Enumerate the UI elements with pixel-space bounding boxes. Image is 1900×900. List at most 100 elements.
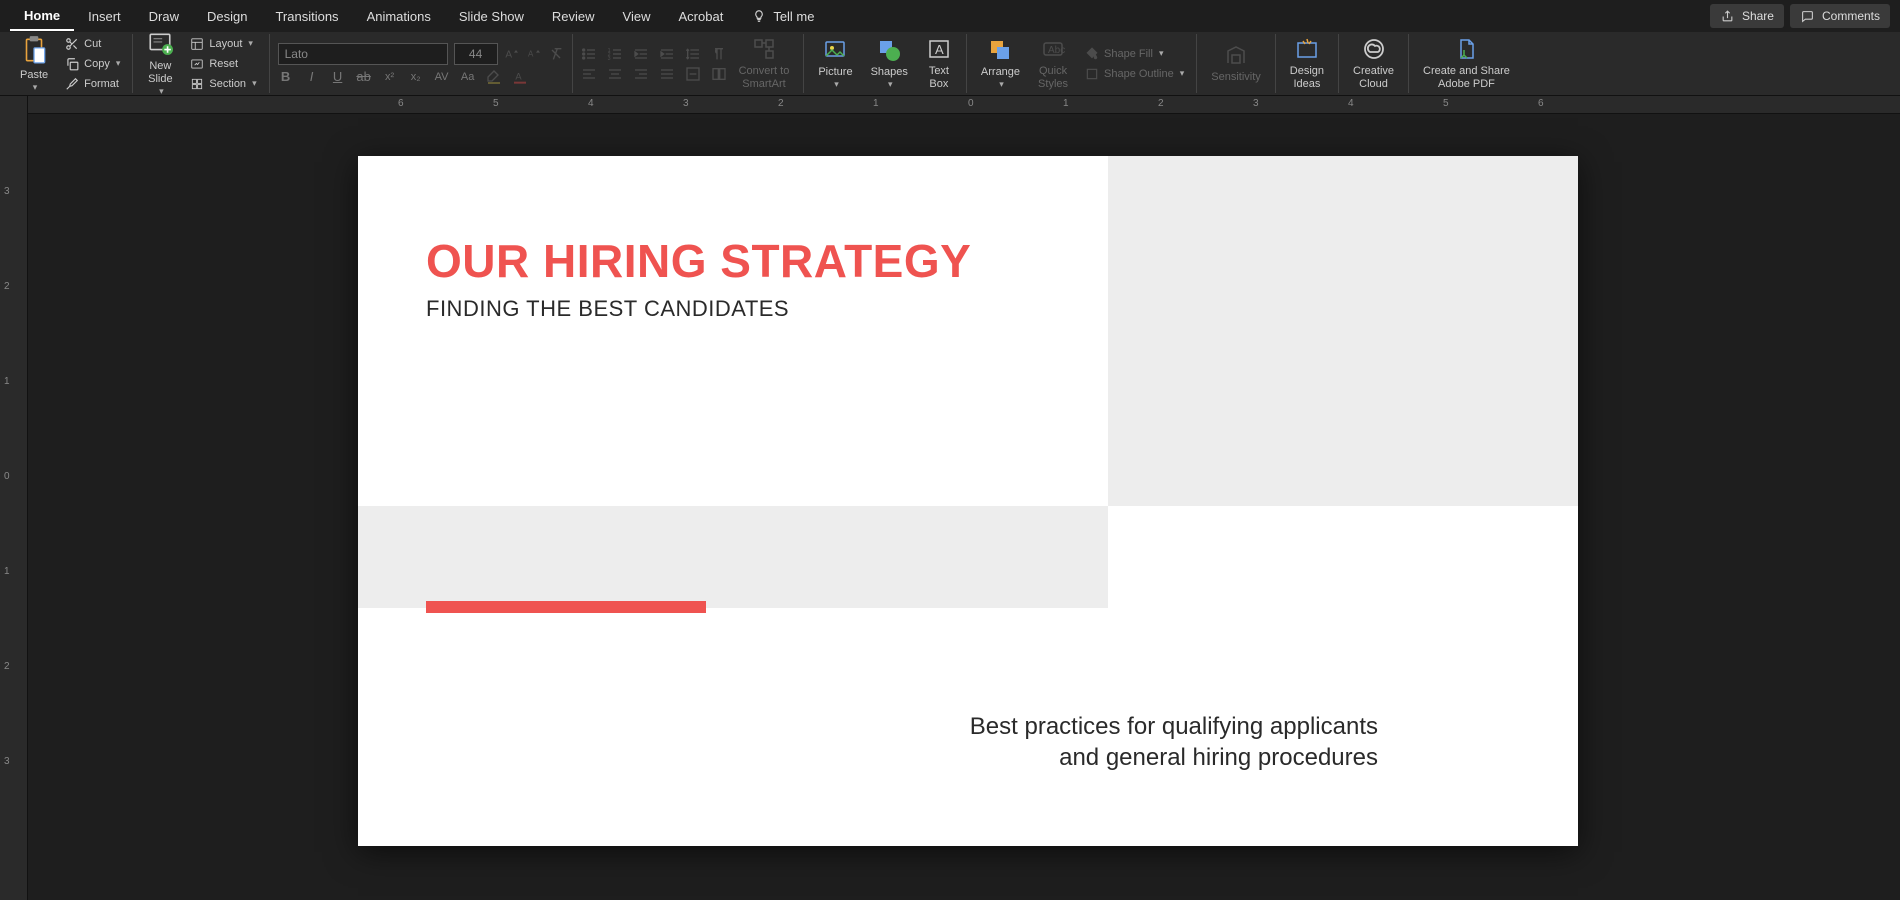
section-button[interactable]: Section ▾ — [185, 75, 260, 93]
reset-label: Reset — [209, 58, 238, 70]
ruler-tick: 1 — [873, 98, 879, 109]
smartart-label: Convert to SmartArt — [739, 65, 790, 89]
align-left-icon[interactable] — [581, 66, 597, 82]
group-clipboard: Paste ▾ Cut Copy ▾ Format — [6, 34, 133, 93]
increase-font-icon[interactable]: A — [504, 46, 520, 62]
adobe-pdf-button[interactable]: Create and Share Adobe PDF — [1417, 35, 1516, 91]
slide-subtitle[interactable]: FINDING THE BEST CANDIDATES — [426, 296, 789, 322]
superscript-icon[interactable]: x² — [382, 69, 398, 85]
quick-styles-button[interactable]: Abc Quick Styles — [1032, 35, 1074, 91]
slide-canvas[interactable]: OUR HIRING STRATEGY FINDING THE BEST CAN… — [358, 156, 1578, 846]
align-center-icon[interactable] — [607, 66, 623, 82]
sensitivity-button[interactable]: Sensitivity — [1205, 41, 1267, 85]
textbox-button[interactable]: A Text Box — [920, 35, 958, 91]
comment-icon — [1800, 8, 1816, 24]
subscript-icon[interactable]: x₂ — [408, 69, 424, 85]
strikethrough-icon[interactable]: ab — [356, 69, 372, 85]
quick-styles-label: Quick Styles — [1038, 65, 1068, 89]
decrease-indent-icon[interactable] — [633, 46, 649, 62]
new-slide-button[interactable]: New Slide ▾ — [141, 28, 179, 98]
italic-icon[interactable]: I — [304, 69, 320, 85]
font-color-icon[interactable]: A — [512, 69, 528, 85]
design-ideas-label: Design Ideas — [1290, 65, 1324, 89]
line-spacing-icon[interactable] — [685, 46, 701, 62]
char-spacing-icon[interactable]: AV — [434, 69, 450, 85]
shape-outline-button[interactable]: Shape Outline ▾ — [1080, 65, 1188, 83]
ruler-tick: 1 — [4, 566, 10, 577]
creative-cloud-button[interactable]: Creative Cloud — [1347, 35, 1400, 91]
editor-viewport[interactable]: OUR HIRING STRATEGY FINDING THE BEST CAN… — [28, 114, 1900, 900]
increase-indent-icon[interactable] — [659, 46, 675, 62]
tab-view[interactable]: View — [609, 3, 665, 30]
format-painter-button[interactable]: Format — [60, 75, 124, 93]
columns-icon[interactable] — [711, 66, 727, 82]
highlight-icon[interactable] — [486, 69, 502, 85]
slide-body-text[interactable]: Best practices for qualifying applicants… — [618, 711, 1378, 773]
arrange-button[interactable]: Arrange ▾ — [975, 36, 1026, 92]
font-size-select[interactable] — [454, 43, 498, 65]
group-arrange: Arrange ▾ Abc Quick Styles Shape Fill ▾ … — [967, 34, 1197, 93]
tab-animations[interactable]: Animations — [353, 3, 445, 30]
layout-icon — [189, 36, 205, 52]
tab-draw[interactable]: Draw — [135, 3, 193, 30]
group-font: A A B I U ab x² x₂ AV Aa A — [270, 34, 573, 93]
group-adobe-pdf: Create and Share Adobe PDF — [1409, 34, 1524, 93]
outline-icon — [1084, 66, 1100, 82]
scissors-icon — [64, 36, 80, 52]
tab-insert[interactable]: Insert — [74, 3, 135, 30]
reset-icon — [189, 56, 205, 72]
horizontal-ruler: 6 5 4 3 2 1 0 1 2 3 4 5 6 — [28, 96, 1900, 114]
clear-format-icon[interactable] — [548, 46, 564, 62]
tab-design[interactable]: Design — [193, 3, 261, 30]
copy-button[interactable]: Copy ▾ — [60, 55, 124, 73]
layout-button[interactable]: Layout ▾ — [185, 35, 260, 53]
shape-outline-label: Shape Outline — [1104, 68, 1174, 80]
paste-button[interactable]: Paste ▾ — [14, 33, 54, 95]
ruler-tick: 1 — [1063, 98, 1069, 109]
bulb-icon — [751, 8, 767, 24]
font-name-select[interactable] — [278, 43, 448, 65]
adobe-pdf-label: Create and Share Adobe PDF — [1423, 65, 1510, 89]
tab-transitions[interactable]: Transitions — [261, 3, 352, 30]
cut-button[interactable]: Cut — [60, 35, 124, 53]
tell-me-label: Tell me — [773, 9, 814, 24]
fill-icon — [1084, 46, 1100, 62]
tell-me-search[interactable]: Tell me — [737, 2, 828, 30]
chevron-down-icon: ▾ — [33, 83, 38, 93]
tab-review[interactable]: Review — [538, 3, 609, 30]
group-slides: New Slide ▾ Layout ▾ Reset Sec — [133, 34, 269, 93]
align-vertical-icon[interactable] — [685, 66, 701, 82]
picture-button[interactable]: Picture ▾ — [812, 36, 858, 92]
paste-label: Paste — [20, 69, 48, 81]
comments-button[interactable]: Comments — [1790, 4, 1890, 28]
change-case-icon[interactable]: Aa — [460, 69, 476, 85]
picture-label: Picture — [818, 66, 852, 78]
menu-tabs: Home Insert Draw Design Transitions Anim… — [0, 0, 1900, 32]
decrease-font-icon[interactable]: A — [526, 46, 542, 62]
bullets-icon[interactable] — [581, 46, 597, 62]
justify-icon[interactable] — [659, 66, 675, 82]
share-button[interactable]: Share — [1710, 4, 1784, 28]
reset-button[interactable]: Reset — [185, 55, 260, 73]
text-direction-icon[interactable] — [711, 46, 727, 62]
design-ideas-button[interactable]: Design Ideas — [1284, 35, 1330, 91]
chevron-down-icon: ▾ — [1180, 68, 1185, 79]
shape-fill-label: Shape Fill — [1104, 48, 1153, 60]
align-right-icon[interactable] — [633, 66, 649, 82]
slide-title[interactable]: OUR HIRING STRATEGY — [426, 234, 971, 288]
svg-text:3: 3 — [607, 56, 610, 62]
shapes-button[interactable]: Shapes ▾ — [865, 36, 914, 92]
underline-icon[interactable]: U — [330, 69, 346, 85]
tab-acrobat[interactable]: Acrobat — [665, 3, 738, 30]
tab-home[interactable]: Home — [10, 2, 74, 31]
ruler-tick: 1 — [4, 376, 10, 387]
bold-icon[interactable]: B — [278, 69, 294, 85]
svg-text:A: A — [505, 49, 512, 60]
ruler-tick: 2 — [1158, 98, 1164, 109]
tab-slideshow[interactable]: Slide Show — [445, 3, 538, 30]
share-label: Share — [1742, 9, 1774, 23]
shape-fill-button[interactable]: Shape Fill ▾ — [1080, 45, 1188, 63]
convert-smartart-button[interactable]: Convert to SmartArt — [733, 35, 796, 91]
numbering-icon[interactable]: 123 — [607, 46, 623, 62]
ruler-tick: 5 — [493, 98, 499, 109]
